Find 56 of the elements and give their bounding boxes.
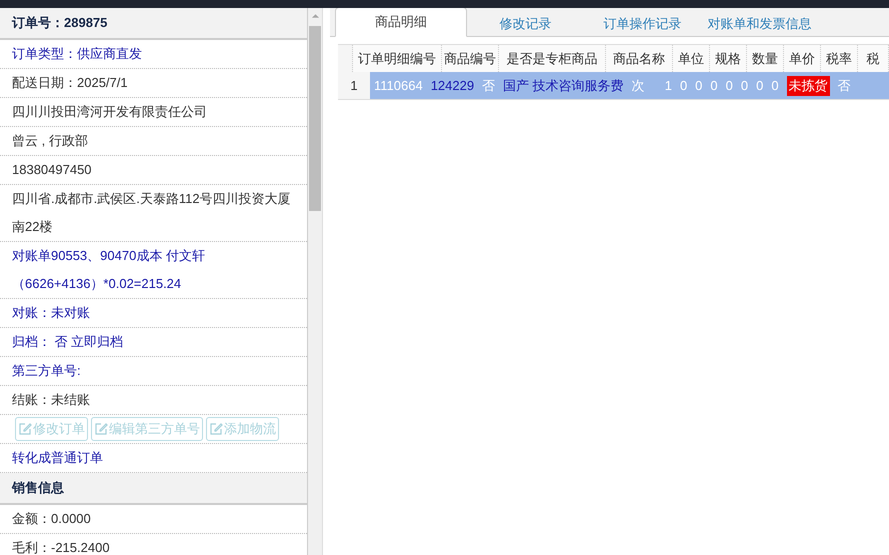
cell-link[interactable]: 124229 (430, 78, 474, 93)
column-header[interactable]: 订单明细编号 (353, 45, 442, 72)
table-cell: 否 (838, 76, 851, 94)
table-row[interactable]: 1110664 124229 否 国产 技术咨询服务费 次 1 0 0 0 0 0 0 0 未拣货 否 (370, 72, 889, 99)
column-header[interactable]: 税率 (821, 45, 858, 72)
detail-link[interactable]: （6626+4136）*0.02=215.24 (12, 270, 296, 298)
column-header[interactable]: 规格 (710, 45, 747, 72)
table-cell: 0 (680, 78, 688, 93)
scrollbar[interactable] (308, 8, 322, 555)
detail-text: 配送日期：2025/7/1 (12, 74, 129, 92)
table-cell: 0 (726, 78, 733, 93)
row-number: 1 (338, 72, 370, 99)
detail-link[interactable]: 归档： 否 立即归档 (12, 328, 296, 356)
column-header[interactable]: 税 (858, 45, 889, 72)
table-cell: 否 (482, 76, 496, 94)
detail-link[interactable]: 第三方单号: (12, 357, 296, 385)
detail-text: 结账：未结账 (12, 391, 91, 409)
corner-cell (338, 45, 353, 72)
detail-text: 金额：0.0000 (12, 510, 92, 528)
tab[interactable]: 商品明细 (335, 8, 467, 37)
detail-text: 四川川投田湾河开发有限责任公司 (12, 103, 208, 121)
column-header[interactable]: 单位 (673, 45, 710, 72)
column-header[interactable]: 是否是专柜商品 (499, 45, 606, 72)
detail-link[interactable]: 对账：未对账 (12, 299, 296, 327)
edit-icon (209, 422, 223, 436)
column-header[interactable]: 数量 (747, 45, 784, 72)
detail-text: 四川省.成都市.武侯区.天泰路112号四川投资大厦 (12, 190, 292, 208)
cell-link[interactable]: 国产 技术咨询服务费 (503, 76, 624, 94)
edit-icon (94, 422, 108, 436)
edit-icon (18, 422, 32, 436)
tab[interactable]: 订单操作记录 (584, 12, 701, 36)
order-number-heading: 订单号：289875 (0, 8, 308, 40)
tab[interactable]: 对账单和发票信息 (701, 12, 818, 36)
table-cell: 0 (710, 78, 718, 93)
table-cell: 0 (771, 78, 779, 93)
table-cell: 1110664 (374, 78, 423, 93)
tab[interactable]: 修改记录 (467, 12, 584, 36)
sales-info-heading: 销售信息 (0, 473, 308, 505)
column-header[interactable]: 商品编号 (442, 45, 499, 72)
scroll-up-icon[interactable] (310, 13, 320, 19)
detail-text: 曾云 , 行政部 (12, 132, 89, 150)
table-cell: 次 (632, 76, 645, 94)
scrollbar-thumb[interactable] (309, 26, 322, 211)
column-header[interactable]: 单价 (784, 45, 821, 72)
detail-text: 南22楼 (12, 218, 54, 236)
convert-order-link[interactable]: 转化成普通订单 (12, 444, 296, 472)
status-badge: 未拣货 (786, 76, 830, 96)
detail-text: 毛利：-215.2400 (12, 539, 111, 555)
table-cell: 0 (756, 78, 764, 93)
detail-text: 18380497450 (12, 161, 93, 179)
detail-link[interactable]: 订单类型：供应商直发 (12, 40, 296, 68)
detail-link[interactable]: 对账单90553、90470成本 付文轩 (12, 242, 296, 270)
column-header[interactable]: 商品名称 (606, 45, 673, 72)
table-cell: 0 (695, 78, 702, 93)
table-cell-text: 1 (664, 78, 672, 93)
table-cell: 0 (740, 78, 748, 93)
